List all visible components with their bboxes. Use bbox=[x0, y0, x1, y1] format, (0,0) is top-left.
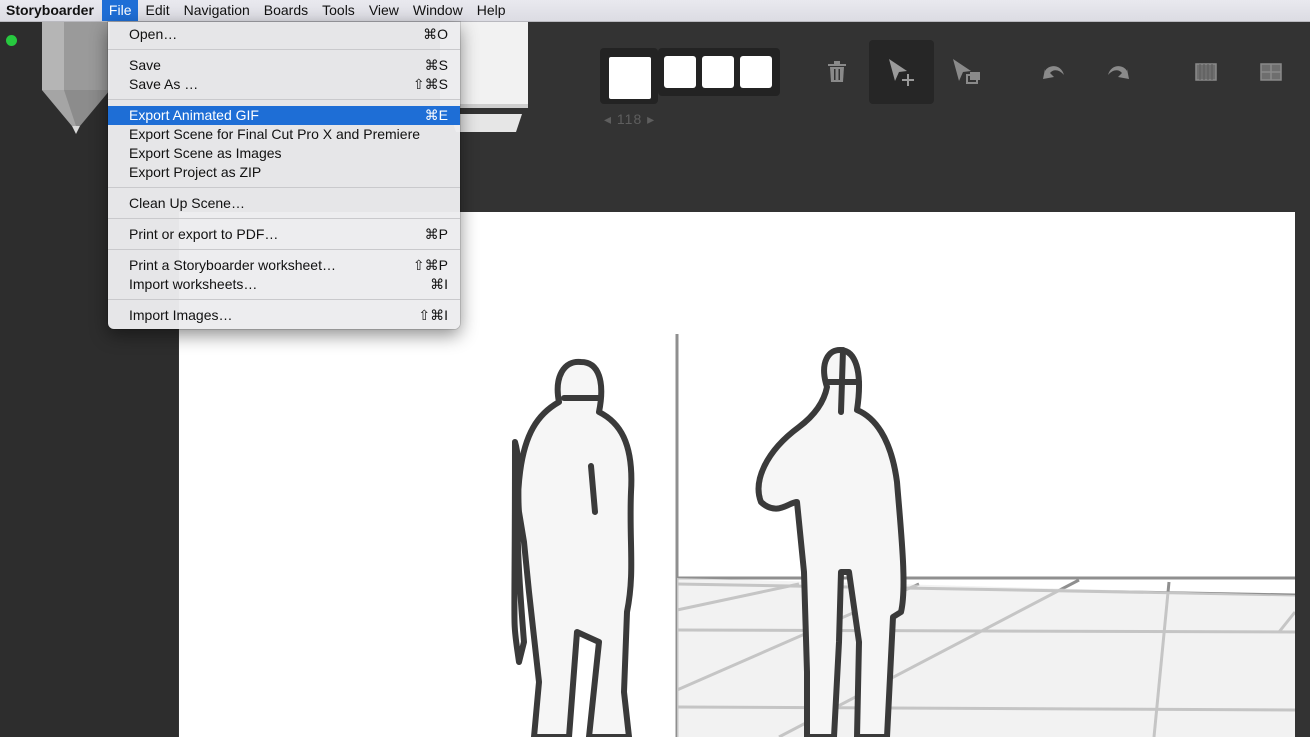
menu-separator bbox=[108, 218, 460, 219]
menu-item-clean-up-scene[interactable]: Clean Up Scene… bbox=[108, 194, 460, 213]
menu-separator bbox=[108, 187, 460, 188]
menu-separator bbox=[108, 99, 460, 100]
menu-boards[interactable]: Boards bbox=[257, 0, 315, 21]
menu-bar: Storyboarder File Edit Navigation Boards… bbox=[0, 0, 1310, 22]
trash-button[interactable] bbox=[818, 40, 856, 104]
menu-item-export-final-cut[interactable]: Export Scene for Final Cut Pro X and Pre… bbox=[108, 125, 460, 144]
move-tool-button[interactable] bbox=[869, 40, 934, 104]
layer-thumbnail[interactable] bbox=[740, 56, 772, 88]
menu-item-save-as[interactable]: Save As … ⇧⌘S bbox=[108, 75, 460, 94]
menu-item-export-zip[interactable]: Export Project as ZIP bbox=[108, 163, 460, 182]
undo-button[interactable] bbox=[1037, 40, 1071, 104]
status-indicator bbox=[6, 35, 17, 46]
copy-tool-button[interactable] bbox=[945, 40, 987, 104]
grid-button[interactable] bbox=[1190, 40, 1222, 104]
menu-tools[interactable]: Tools bbox=[315, 0, 362, 21]
menu-storyboarder[interactable]: Storyboarder bbox=[0, 0, 102, 21]
menu-window[interactable]: Window bbox=[406, 0, 470, 21]
pencil-tool-icon[interactable] bbox=[40, 22, 112, 134]
menu-view[interactable]: View bbox=[362, 0, 406, 21]
current-board-thumbnail[interactable] bbox=[600, 48, 658, 104]
menu-separator bbox=[108, 249, 460, 250]
menu-separator bbox=[108, 299, 460, 300]
menu-item-export-images[interactable]: Export Scene as Images bbox=[108, 144, 460, 163]
menu-navigation[interactable]: Navigation bbox=[177, 0, 257, 21]
menu-item-open[interactable]: Open… ⌘O bbox=[108, 25, 460, 44]
quad-grid-icon bbox=[1260, 63, 1282, 81]
menu-separator bbox=[108, 49, 460, 50]
grid-icon bbox=[1195, 63, 1217, 81]
board-layer-thumbnails bbox=[658, 48, 780, 96]
quad-grid-button[interactable] bbox=[1255, 40, 1287, 104]
menu-item-import-images[interactable]: Import Images… ⇧⌘I bbox=[108, 306, 460, 325]
frame-counter[interactable]: ◂ 118 ▸ bbox=[604, 111, 655, 128]
redo-icon bbox=[1108, 66, 1129, 79]
trash-icon bbox=[828, 61, 846, 82]
menu-item-export-animated-gif[interactable]: Export Animated GIF ⌘E bbox=[108, 106, 460, 125]
menu-edit[interactable]: Edit bbox=[138, 0, 176, 21]
menu-item-print-worksheet[interactable]: Print a Storyboarder worksheet… ⇧⌘P bbox=[108, 256, 460, 275]
menu-item-import-worksheets[interactable]: Import worksheets… ⌘I bbox=[108, 275, 460, 294]
layer-thumbnail[interactable] bbox=[664, 56, 696, 88]
menu-help[interactable]: Help bbox=[470, 0, 513, 21]
menu-item-save[interactable]: Save ⌘S bbox=[108, 56, 460, 75]
file-menu-dropdown: Open… ⌘O Save ⌘S Save As … ⇧⌘S Export Anima… bbox=[108, 22, 460, 329]
undo-icon bbox=[1043, 66, 1064, 79]
menu-item-print-pdf[interactable]: Print or export to PDF… ⌘P bbox=[108, 225, 460, 244]
layer-thumbnail[interactable] bbox=[702, 56, 734, 88]
move-pointer-icon bbox=[888, 59, 914, 86]
copy-pointer-icon bbox=[953, 59, 980, 84]
redo-button[interactable] bbox=[1101, 40, 1135, 104]
menu-file[interactable]: File bbox=[101, 0, 139, 21]
